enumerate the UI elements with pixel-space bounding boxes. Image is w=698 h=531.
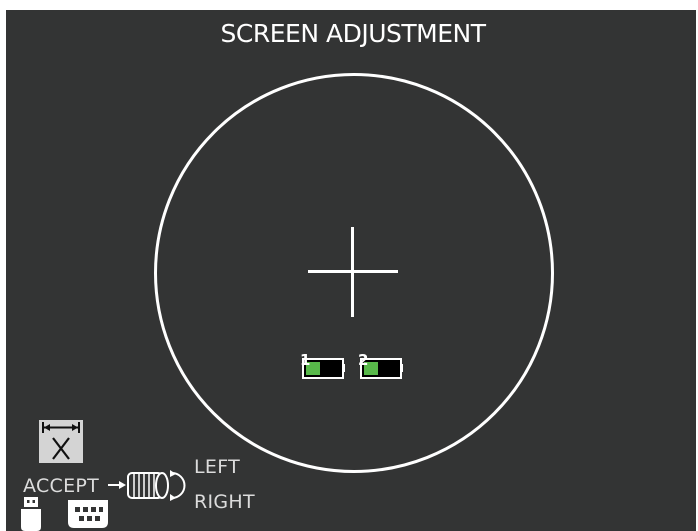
usb-icon — [21, 497, 41, 531]
battery-number: 2 — [358, 351, 369, 369]
left-label: LEFT — [194, 456, 240, 478]
accept-label: ACCEPT — [23, 475, 100, 497]
right-label: RIGHT — [194, 491, 255, 513]
battery-tip — [342, 364, 345, 372]
battery-number: 1 — [300, 351, 311, 369]
battery-indicator-1: 1 — [300, 351, 356, 382]
horizontal-width-icon — [39, 420, 83, 463]
battery-indicator-2: 2 — [358, 351, 414, 382]
rotary-knob-icon — [108, 470, 186, 501]
battery-tip — [400, 364, 403, 372]
crosshair-vertical — [351, 227, 354, 317]
page-title: SCREEN ADJUSTMENT — [220, 19, 486, 48]
alignment-circle — [154, 73, 554, 473]
keyboard-icon — [68, 500, 108, 528]
screen-adjustment-panel: SCREEN ADJUSTMENT 1 2 ACCEPT LEFT RIGHT — [6, 10, 696, 531]
